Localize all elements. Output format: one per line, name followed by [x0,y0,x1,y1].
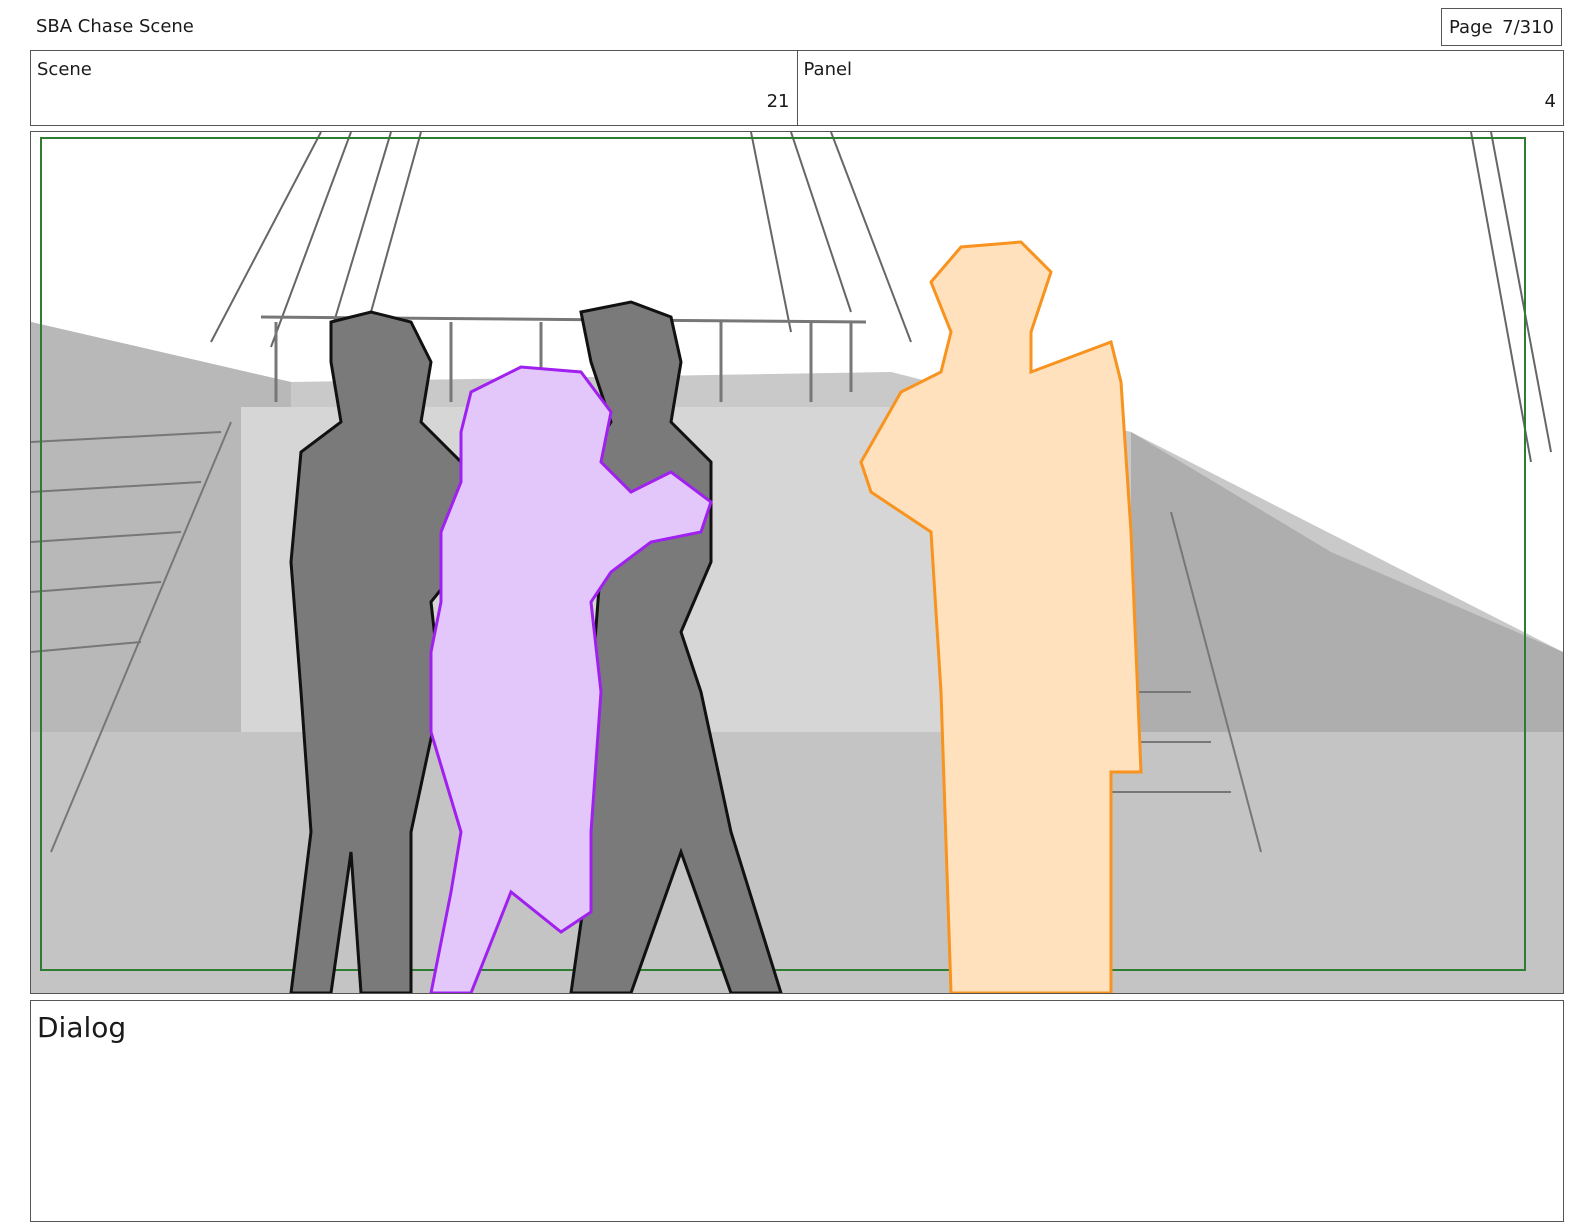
scene-panel-info: Scene 21 Panel 4 [30,50,1564,126]
document-title: SBA Chase Scene [36,16,194,37]
page-number: 7/310 [1502,16,1554,38]
page-label: Page [1449,16,1493,38]
page-indicator: Page 7/310 [1441,8,1562,46]
dialog-box[interactable]: Dialog [30,1000,1564,1222]
panel-number: 4 [1544,91,1556,112]
scene-label: Scene [37,59,92,80]
dialog-label: Dialog [37,1011,127,1044]
scene-number: 21 [766,91,790,112]
scene-cell: Scene 21 [31,51,797,125]
storyboard-panel [30,131,1564,994]
panel-label: Panel [803,59,853,80]
storyboard-sketch [31,132,1563,993]
panel-cell: Panel 4 [796,51,1564,125]
